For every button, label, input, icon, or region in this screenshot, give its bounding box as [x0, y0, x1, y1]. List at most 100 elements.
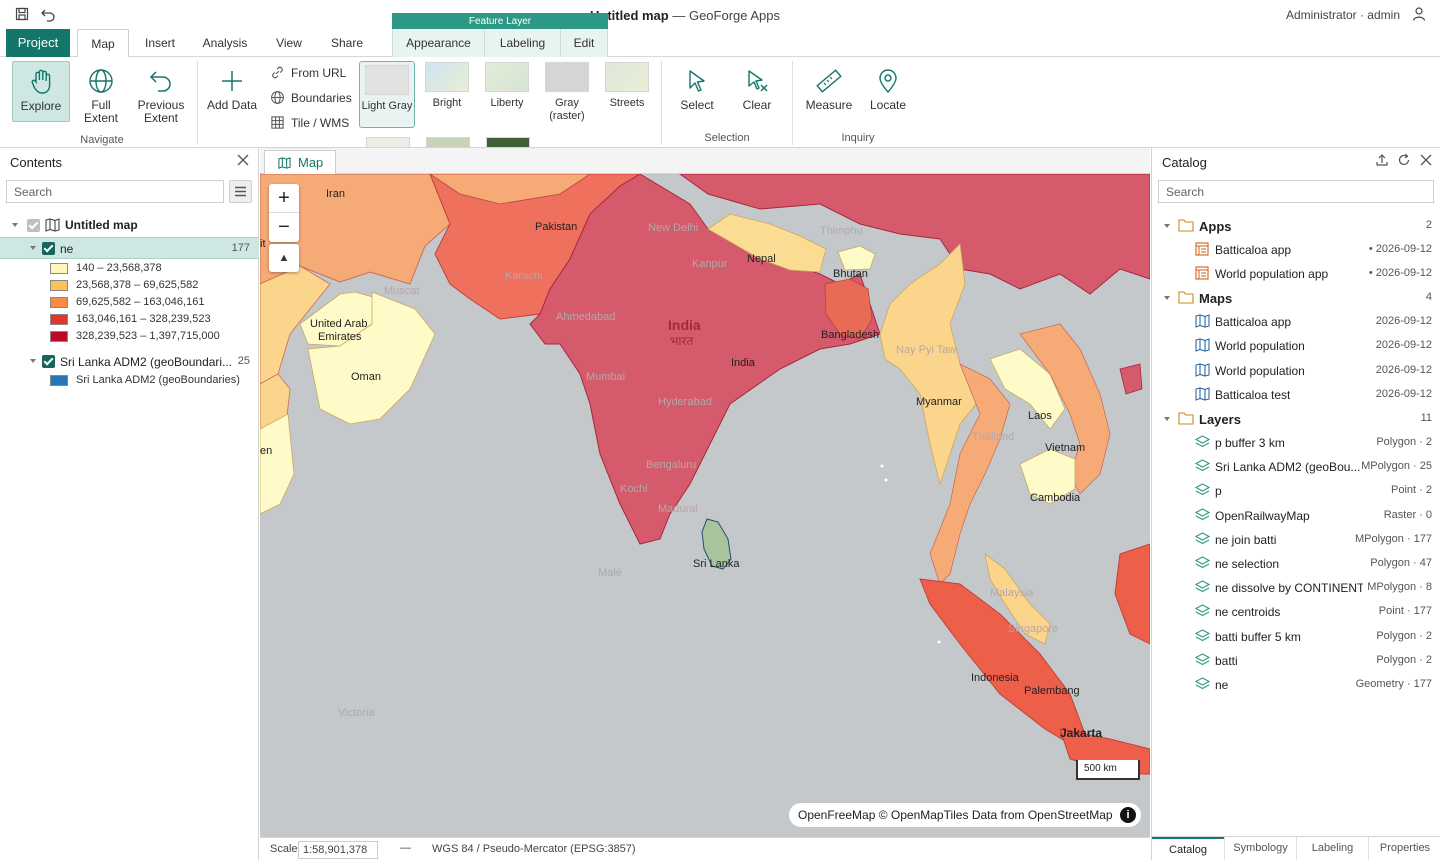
catalog-layer-item[interactable]: ne dissolve by CONTINENT MPolygon · 8	[1152, 576, 1440, 600]
chevron-down-icon[interactable]	[1164, 417, 1170, 421]
contents-menu-button[interactable]	[229, 180, 252, 203]
map-canvas[interactable]: New Delhi Kanpur Thimphu Karachi Muscat …	[260, 174, 1150, 837]
explore-button[interactable]: Explore	[12, 61, 70, 122]
undo-icon[interactable]	[40, 6, 56, 22]
tab-analysis[interactable]: Analysis	[195, 29, 255, 57]
basemap-bright[interactable]: Bright	[421, 62, 473, 110]
save-icon[interactable]	[14, 6, 30, 22]
catalog-item[interactable]: World population app • 2026-09-12	[1152, 262, 1440, 286]
user-icon[interactable]	[1411, 6, 1427, 22]
map-visibility-checkbox[interactable]	[27, 219, 40, 232]
close-icon[interactable]	[1420, 154, 1432, 166]
measure-button[interactable]: Measure	[802, 67, 856, 112]
map-label-muscat: Muscat	[384, 285, 419, 297]
tree-layer-sri-lanka[interactable]: Sri Lanka ADM2 (geoBoundari... 25	[0, 350, 259, 372]
locate-button[interactable]: Locate	[866, 67, 910, 112]
info-icon[interactable]: i	[1120, 807, 1136, 823]
attribution-osm-link[interactable]: OpenStreetMap	[1028, 808, 1113, 822]
tab-project[interactable]: Project	[6, 29, 70, 57]
layer-visibility-checkbox[interactable]	[42, 242, 55, 255]
catalog-layer-item[interactable]: p Point · 2	[1152, 479, 1440, 503]
refresh-icon[interactable]	[1397, 153, 1411, 167]
catalog-layer-item[interactable]: ne join batti MPolygon · 177	[1152, 528, 1440, 552]
catalog-item[interactable]: Batticaloa test 2026-09-12	[1152, 383, 1440, 407]
tab-appearance[interactable]: Appearance	[392, 29, 484, 57]
map-label-madurai: Madurai	[658, 503, 698, 515]
basemap-thumbnail-row2[interactable]	[486, 137, 530, 147]
tree-layer-ne[interactable]: ne 177	[0, 237, 259, 259]
basemap-light-gray[interactable]: Light Gray	[359, 61, 415, 128]
user-name[interactable]: Administrator · admin	[1286, 8, 1400, 22]
tab-share[interactable]: Share	[322, 29, 372, 57]
basemap-thumbnail	[545, 62, 589, 92]
contents-search-input[interactable]: Search	[6, 180, 224, 203]
compass-button[interactable]: ▲	[269, 244, 299, 273]
basemap-gray-raster[interactable]: Gray (raster)	[541, 62, 593, 123]
tab-labeling-panel[interactable]: Labeling	[1296, 837, 1368, 860]
chevron-down-icon[interactable]	[30, 246, 36, 250]
tab-map-view[interactable]: Map	[264, 150, 336, 175]
tab-edit[interactable]: Edit	[560, 29, 608, 57]
basemap-thumbnail	[365, 65, 409, 95]
tree-map-root[interactable]: Untitled map	[0, 214, 259, 236]
basemap-thumbnail-row2[interactable]	[426, 137, 470, 147]
catalog-layer-item[interactable]: batti buffer 5 km Polygon · 2	[1152, 625, 1440, 649]
catalog-item[interactable]: World population 2026-09-12	[1152, 334, 1440, 358]
tab-map[interactable]: Map	[77, 29, 129, 58]
clear-selection-button[interactable]: Clear	[734, 67, 780, 112]
folder-icon	[1178, 412, 1194, 425]
contents-panel: Contents Search Untitled map ne 177 140 …	[0, 148, 259, 860]
tab-insert[interactable]: Insert	[133, 29, 187, 57]
catalog-search-input[interactable]: Search	[1158, 180, 1434, 203]
layers-icon	[1195, 604, 1210, 617]
select-button[interactable]: Select	[674, 67, 720, 112]
tab-labeling[interactable]: Labeling	[484, 29, 560, 57]
crs-label[interactable]: WGS 84 / Pseudo-Mercator (EPSG:3857)	[432, 843, 636, 855]
from-url-button[interactable]: From URL	[270, 65, 360, 81]
zoom-in-button[interactable]: +	[269, 184, 299, 213]
boundaries-button[interactable]: Boundaries	[270, 90, 360, 106]
catalog-group-maps[interactable]: Maps 4	[1152, 286, 1440, 310]
tile-wms-button[interactable]: Tile / WMS	[270, 115, 360, 131]
catalog-item[interactable]: Batticaloa app • 2026-09-12	[1152, 238, 1440, 262]
previous-extent-button[interactable]: Previous Extent	[134, 67, 188, 125]
layer-visibility-checkbox[interactable]	[42, 355, 55, 368]
scale-input[interactable]: 1:58,901,378	[298, 841, 378, 859]
catalog-layer-item[interactable]: OpenRailwayMap Raster · 0	[1152, 504, 1440, 528]
catalog-layer-item[interactable]: Sri Lanka ADM2 (geoBou... MPolygon · 25	[1152, 455, 1440, 479]
tab-symbology[interactable]: Symbology	[1224, 837, 1296, 860]
map-svg[interactable]: New Delhi Kanpur Thimphu Karachi Muscat …	[260, 174, 1150, 837]
app-icon	[1195, 266, 1209, 280]
catalog-layer-item[interactable]: batti Polygon · 2	[1152, 649, 1440, 673]
zoom-out-button[interactable]: −	[269, 213, 299, 242]
basemap-liberty[interactable]: Liberty	[481, 62, 533, 110]
catalog-layer-item[interactable]: ne Geometry · 177	[1152, 673, 1440, 697]
catalog-item[interactable]: World population 2026-09-12	[1152, 359, 1440, 383]
catalog-layer-meta: Polygon · 2	[1376, 436, 1432, 448]
catalog-item[interactable]: Batticaloa app 2026-09-12	[1152, 310, 1440, 334]
tab-catalog[interactable]: Catalog	[1152, 837, 1224, 860]
map-tab-strip: Map	[260, 148, 1150, 175]
map-label-malaysia: Malaysia	[990, 587, 1034, 599]
tab-view[interactable]: View	[266, 29, 312, 57]
chevron-down-icon[interactable]	[12, 223, 18, 227]
chevron-down-icon[interactable]	[1164, 224, 1170, 228]
catalog-layer-item[interactable]: p buffer 3 km Polygon · 2	[1152, 431, 1440, 455]
chevron-down-icon[interactable]	[30, 359, 36, 363]
add-data-button[interactable]: Add Data	[204, 67, 260, 112]
catalog-layer-item[interactable]: ne centroids Point · 177	[1152, 600, 1440, 624]
basemap-thumbnail-row2[interactable]	[366, 137, 410, 147]
basemap-streets[interactable]: Streets	[601, 62, 653, 110]
tab-properties[interactable]: Properties	[1368, 837, 1440, 860]
ribbon-separator	[197, 61, 198, 145]
upload-icon[interactable]	[1375, 153, 1389, 167]
catalog-group-layers[interactable]: Layers 11	[1152, 407, 1440, 431]
attribution-openfreemap[interactable]: OpenFreeMap © OpenMapTiles	[798, 808, 968, 822]
catalog-layer-name: ne join batti	[1215, 532, 1277, 547]
catalog-group-apps[interactable]: Apps 2	[1152, 214, 1440, 238]
catalog-layer-item[interactable]: ne selection Polygon · 47	[1152, 552, 1440, 576]
chevron-down-icon[interactable]	[1164, 296, 1170, 300]
close-icon[interactable]	[237, 154, 249, 166]
status-bar: Scale 1:58,901,378 — WGS 84 / Pseudo-Mer…	[260, 837, 1150, 860]
full-extent-button[interactable]: Full Extent	[78, 67, 124, 125]
